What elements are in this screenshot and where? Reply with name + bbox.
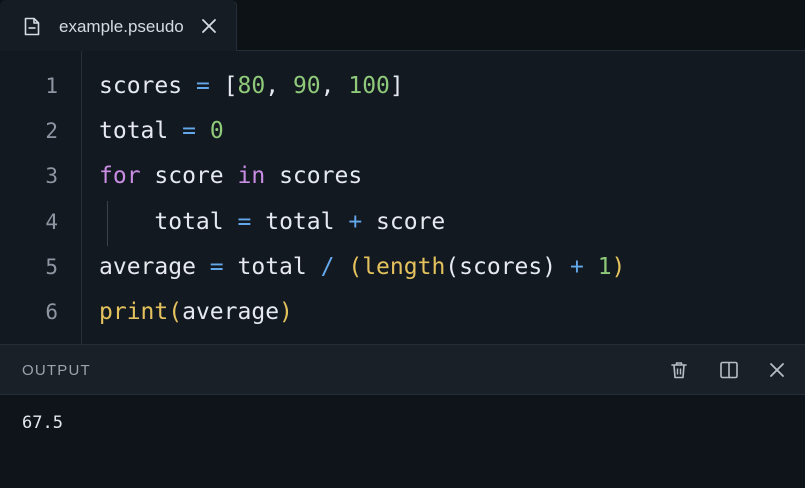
code-token: + [348, 208, 363, 235]
code-token: total [154, 208, 224, 235]
code-token: 1 [597, 253, 612, 280]
code-token: scores [279, 163, 363, 190]
code-token: + [569, 253, 584, 280]
code-line[interactable]: 1 scores = [80, 90, 100] [0, 71, 805, 116]
code-token: , [320, 73, 349, 99]
code-token: average [99, 253, 196, 280]
code-line[interactable]: 6 print(average) [0, 297, 805, 342]
code-token: length [362, 253, 446, 280]
code-token: = [182, 118, 196, 145]
code-token: ) [279, 299, 293, 325]
code-token: = [195, 73, 210, 99]
line-number: 1 [45, 74, 58, 98]
code-token: ( [445, 253, 460, 280]
code-token: print [99, 299, 169, 325]
output-panel: OUTPUT 67.5 [0, 344, 805, 488]
code-token: ( [348, 253, 363, 280]
code-text: print(average) [99, 297, 293, 327]
code-token: , [265, 73, 293, 99]
code-token: [ [223, 73, 238, 99]
trash-icon[interactable] [669, 360, 689, 380]
close-icon[interactable] [200, 17, 218, 35]
editor-window: example.pseudo 1 scores = [80, 90, 100] 2 t… [0, 0, 805, 488]
close-icon[interactable] [767, 360, 787, 380]
code-token: 80 [237, 73, 266, 99]
output-panel-header: OUTPUT [0, 345, 805, 395]
code-token: ( [168, 299, 183, 325]
code-text: total = total + score [99, 207, 445, 237]
code-token: 0 [209, 118, 224, 145]
code-line[interactable]: 4 total = total + score [0, 200, 805, 252]
output-text: 67.5 [22, 413, 63, 433]
line-number: 4 [45, 209, 58, 234]
code-token: = [209, 253, 224, 280]
line-number: 6 [45, 300, 58, 324]
split-panel-icon[interactable] [719, 360, 739, 380]
code-token: scores [459, 253, 543, 280]
code-text: average = total / (length(scores) + 1) [99, 252, 625, 282]
file-icon [24, 17, 40, 36]
code-line[interactable]: 3 for score in scores [0, 161, 805, 206]
code-line[interactable]: 5 average = total / (length(scores) + 1) [0, 252, 805, 297]
tab-filename: example.pseudo [59, 17, 184, 36]
code-token: total [265, 208, 335, 235]
code-text: scores = [80, 90, 100] [99, 71, 404, 101]
code-token: in [237, 163, 266, 190]
code-token: average [182, 299, 280, 325]
line-number: 5 [45, 254, 58, 279]
code-token: ] [389, 73, 404, 99]
code-token: / [320, 253, 335, 280]
code-token: ) [542, 253, 557, 280]
code-text: for score in scores [99, 161, 362, 191]
panel-title: OUTPUT [22, 362, 91, 379]
code-token: score [376, 208, 446, 235]
code-token: total [237, 253, 307, 280]
code-token: scores [99, 73, 183, 99]
code-token: total [99, 118, 169, 145]
tab-bar: example.pseudo [0, 0, 805, 51]
code-editor[interactable]: 1 scores = [80, 90, 100] 2 total = 0 3 for sc… [0, 51, 805, 344]
code-text: total = 0 [99, 116, 224, 146]
line-number: 2 [45, 119, 58, 144]
code-token: for [99, 163, 141, 190]
code-token: 100 [348, 73, 390, 99]
code-token: 90 [292, 73, 321, 99]
code-line[interactable]: 2 total = 0 [0, 116, 805, 161]
code-token: score [154, 163, 224, 190]
line-number: 3 [45, 164, 58, 189]
code-token: = [237, 208, 252, 235]
tab-example-pseudo[interactable]: example.pseudo [0, 0, 237, 51]
code-token: ) [611, 253, 626, 280]
